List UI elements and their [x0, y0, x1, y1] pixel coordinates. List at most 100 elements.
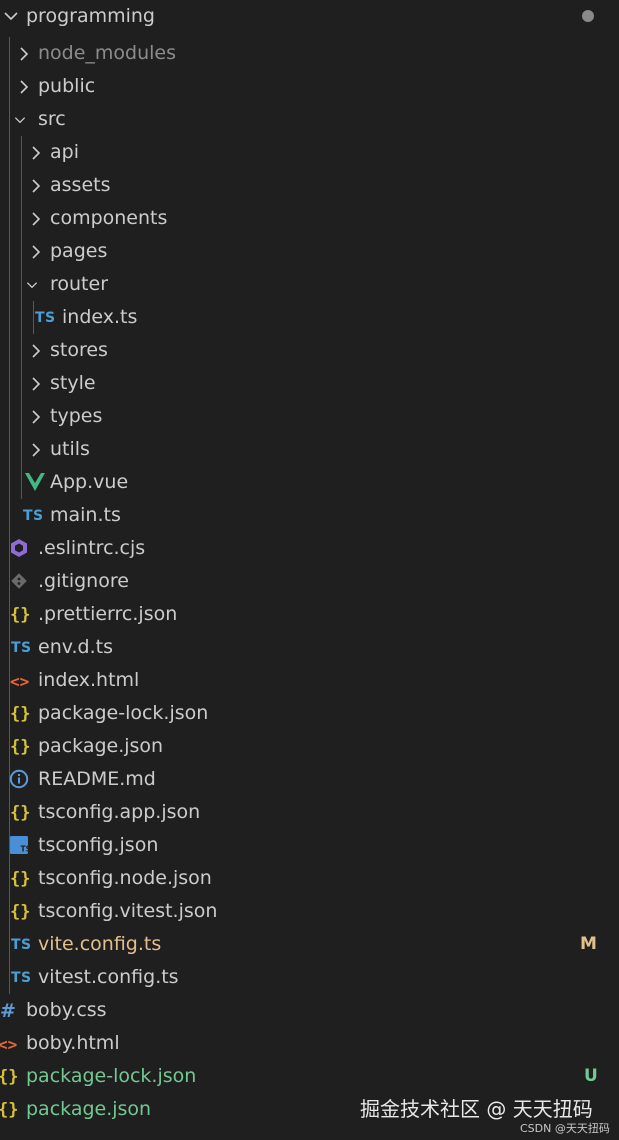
tree-file-index-html[interactable]: <> index.html: [0, 664, 619, 697]
chevron-right-icon[interactable]: [29, 374, 43, 394]
tree-file-tsconfig-app[interactable]: {} tsconfig.app.json: [0, 796, 619, 829]
tree-file-tsconfig-node[interactable]: {} tsconfig.node.json: [0, 862, 619, 895]
tree-file-env-d-ts[interactable]: TS env.d.ts: [0, 631, 619, 664]
tree-item-label: package.json: [26, 1098, 152, 1120]
chevron-right-icon[interactable]: [29, 209, 43, 229]
typescript-icon: TS: [11, 937, 32, 953]
tree-file-vite-config[interactable]: TS vite.config.ts M: [0, 928, 619, 961]
vue-icon: [25, 473, 45, 491]
tree-file-vitest-config[interactable]: TS vitest.config.ts: [0, 961, 619, 994]
tree-item-label: components: [50, 207, 168, 229]
tree-file-root-package-lock[interactable]: {} package-lock.json U: [0, 1060, 619, 1093]
json-icon: {}: [10, 803, 31, 823]
typescript-icon: TS: [35, 310, 56, 326]
chevron-right-icon[interactable]: [17, 44, 31, 64]
tree-file-prettierrc[interactable]: {} .prettierrc.json: [0, 598, 619, 631]
tree-folder-api[interactable]: api: [0, 136, 619, 169]
tree-item-label: public: [38, 75, 96, 97]
tree-item-label: package-lock.json: [26, 1065, 197, 1087]
tree-item-label: node_modules: [38, 42, 177, 64]
folder-title: programming: [26, 5, 155, 27]
typescript-icon: TS: [23, 508, 44, 524]
tree-item-label: vitest.config.ts: [38, 966, 179, 988]
json-icon: {}: [10, 605, 31, 625]
tree-file-boby-css[interactable]: # boby.css: [0, 994, 619, 1027]
svg-text:TS: TS: [21, 845, 29, 854]
explorer-folder-header[interactable]: programming: [0, 0, 619, 33]
tree-folder-style[interactable]: style: [0, 367, 619, 400]
tree-item-label: index.html: [38, 669, 140, 691]
tree-item-label: assets: [50, 174, 111, 196]
tree-file-gitignore[interactable]: .gitignore: [0, 565, 619, 598]
tree-item-label: tsconfig.app.json: [38, 801, 201, 823]
chevron-down-icon[interactable]: [2, 4, 20, 28]
chevron-right-icon[interactable]: [29, 407, 43, 427]
tree-item-label: pages: [50, 240, 108, 262]
tree-file-boby-html[interactable]: <> boby.html: [0, 1027, 619, 1060]
tree-file-main-ts[interactable]: TS main.ts: [0, 499, 619, 532]
html-icon: <>: [0, 1034, 18, 1054]
git-icon: [11, 573, 27, 589]
chevron-right-icon[interactable]: [29, 341, 43, 361]
tree-item-label: utils: [50, 438, 90, 460]
tree-folder-src[interactable]: src: [0, 103, 619, 136]
tree-item-label: boby.css: [26, 999, 107, 1021]
tree-file-eslintrc[interactable]: .eslintrc.cjs: [0, 532, 619, 565]
tree-folder-types[interactable]: types: [0, 400, 619, 433]
tree-item-label: types: [50, 405, 103, 427]
html-icon: <>: [10, 671, 30, 691]
tree-folder-components[interactable]: components: [0, 202, 619, 235]
git-status-badge: U: [584, 1066, 598, 1086]
chevron-right-icon[interactable]: [29, 440, 43, 460]
tree-item-label: tsconfig.json: [38, 834, 159, 856]
tree-item-label: router: [50, 273, 109, 295]
tree-item-label: .prettierrc.json: [38, 603, 178, 625]
tree-item-label: package.json: [38, 735, 164, 757]
tree-file-app-vue[interactable]: App.vue: [0, 466, 619, 499]
tree-folder-node-modules[interactable]: node_modules: [0, 37, 619, 70]
json-icon: {}: [0, 1100, 19, 1120]
unsaved-dot-icon: [582, 10, 594, 22]
tree-folder-stores[interactable]: stores: [0, 334, 619, 367]
tree-item-label: env.d.ts: [38, 636, 113, 658]
tree-item-label: index.ts: [62, 306, 138, 328]
file-tree: node_modules public src api assets compo…: [0, 37, 619, 1126]
typescript-icon: TS: [11, 970, 32, 986]
chevron-right-icon[interactable]: [29, 143, 43, 163]
tree-file-package-json[interactable]: {} package.json: [0, 730, 619, 763]
json-icon: {}: [10, 704, 31, 724]
css-icon: #: [0, 1000, 16, 1022]
tree-folder-assets[interactable]: assets: [0, 169, 619, 202]
tree-folder-public[interactable]: public: [0, 70, 619, 103]
chevron-down-icon[interactable]: [25, 275, 39, 295]
eslint-icon: [11, 539, 27, 557]
chevron-right-icon[interactable]: [29, 176, 43, 196]
tree-file-package-lock[interactable]: {} package-lock.json: [0, 697, 619, 730]
chevron-right-icon[interactable]: [17, 77, 31, 97]
tree-item-label: main.ts: [50, 504, 121, 526]
tree-folder-utils[interactable]: utils: [0, 433, 619, 466]
watermark-text: 掘金技术社区 @ 天天扭码: [360, 1097, 593, 1121]
tree-folder-pages[interactable]: pages: [0, 235, 619, 268]
typescript-icon: TS: [11, 640, 32, 656]
tree-folder-router[interactable]: router: [0, 268, 619, 301]
tree-item-label: boby.html: [26, 1032, 120, 1054]
tree-item-label: .eslintrc.cjs: [38, 537, 146, 559]
watermark-subtext: CSDN @天天扭码: [520, 1122, 610, 1135]
tree-item-label: .gitignore: [38, 570, 129, 592]
git-status-badge: M: [580, 934, 597, 954]
json-icon: {}: [0, 1067, 19, 1087]
tree-item-label: package-lock.json: [38, 702, 209, 724]
tsconfig-icon: TS: [10, 836, 28, 854]
tree-file-tsconfig-vitest[interactable]: {} tsconfig.vitest.json: [0, 895, 619, 928]
tree-item-label: App.vue: [50, 471, 129, 493]
chevron-right-icon[interactable]: [29, 242, 43, 262]
tree-file-tsconfig[interactable]: TS tsconfig.json: [0, 829, 619, 862]
json-icon: {}: [10, 869, 31, 889]
tree-file-index-ts[interactable]: TS index.ts: [0, 301, 619, 334]
chevron-down-icon[interactable]: [13, 110, 27, 130]
tree-item-label: src: [38, 108, 66, 130]
tree-item-label: style: [50, 372, 96, 394]
tree-file-readme[interactable]: README.md: [0, 763, 619, 796]
tree-item-label: README.md: [38, 768, 156, 790]
